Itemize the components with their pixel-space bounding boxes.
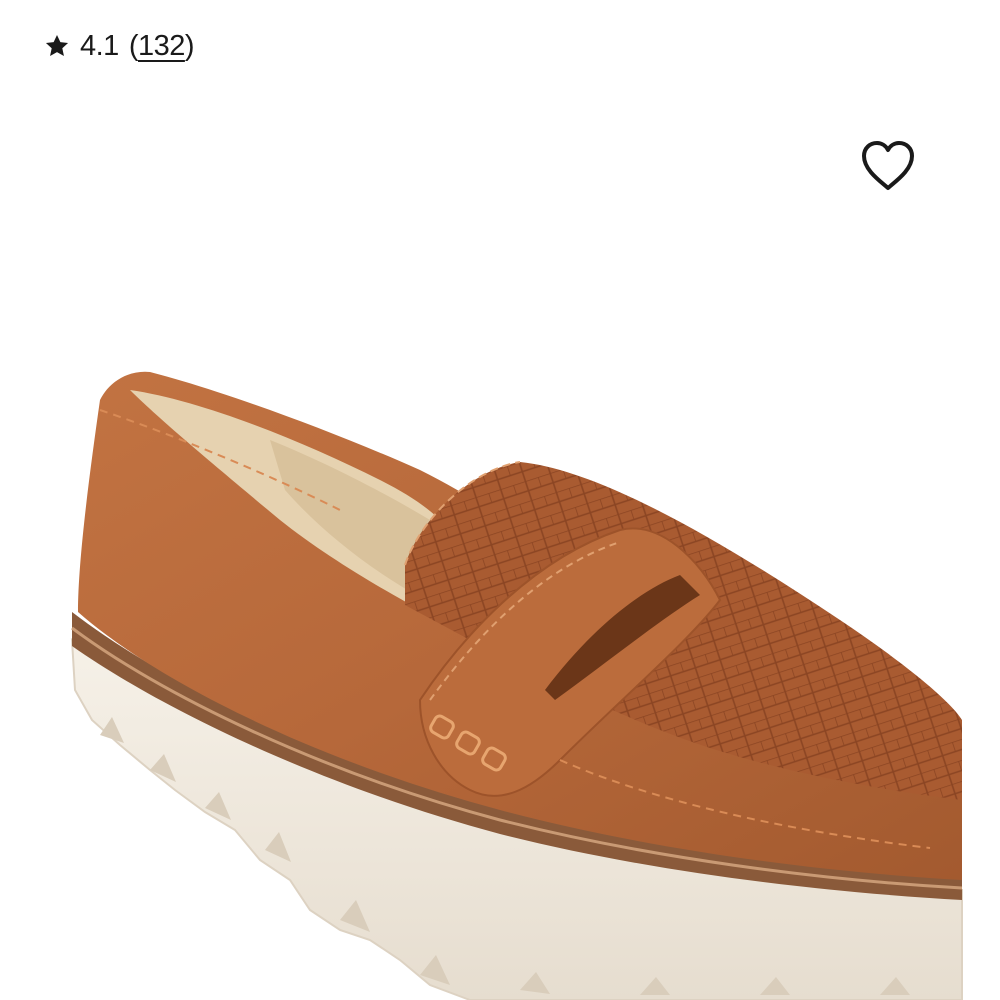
review-count-close-paren: )	[184, 30, 195, 62]
product-rating: 4.1 (132)	[44, 28, 195, 64]
review-count-link[interactable]: 132	[138, 30, 185, 62]
heart-outline-icon	[862, 141, 914, 190]
star-icon	[45, 34, 69, 56]
review-count-open-paren: (	[128, 30, 139, 62]
wishlist-button[interactable]	[858, 138, 918, 194]
product-image[interactable]	[0, 210, 1000, 1000]
loafer-shoe-image	[70, 371, 963, 1000]
rating-score: 4.1	[80, 30, 119, 62]
review-count: (132)	[128, 28, 195, 64]
